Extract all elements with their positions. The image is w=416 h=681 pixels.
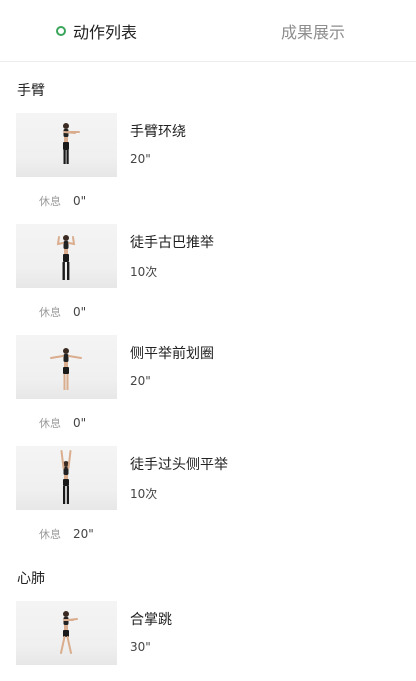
exercise-name: 侧平举前划圈 — [130, 346, 214, 362]
exercise-item[interactable]: 手臂环绕 20" — [0, 113, 416, 179]
rest-label: 休息 — [39, 528, 61, 541]
rest-row: 休息 0" — [39, 304, 86, 320]
exercise-item[interactable]: 徒手过头侧平举 10次 — [0, 446, 416, 512]
exercise-amount: 30" — [130, 640, 151, 654]
tab-bar: 动作列表 成果展示 — [0, 0, 416, 62]
exercise-amount: 10次 — [130, 487, 158, 501]
exercise-name: 合掌跳 — [130, 612, 172, 628]
exercise-name: 手臂环绕 — [130, 124, 186, 140]
rest-label: 休息 — [39, 195, 61, 208]
tab-label: 动作列表 — [73, 23, 138, 42]
rest-value: 0" — [73, 416, 87, 430]
exercise-thumbnail — [16, 224, 117, 288]
rest-row: 休息 0" — [39, 415, 86, 431]
section-title-cardio: 心肺 — [17, 571, 45, 587]
rest-label: 休息 — [39, 306, 61, 319]
tab-results[interactable]: 成果展示 — [281, 0, 345, 62]
person-arms-forward-icon — [63, 123, 80, 164]
tab-label: 成果展示 — [281, 23, 346, 42]
person-arms-raised-bent-icon — [56, 235, 76, 280]
exercise-item[interactable]: 侧平举前划圈 20" — [0, 335, 416, 401]
rest-value: 0" — [73, 194, 87, 208]
exercise-amount: 20" — [130, 374, 151, 388]
section-title-arms: 手臂 — [17, 83, 45, 99]
person-jumping-icon — [60, 611, 78, 654]
rest-row: 休息 0" — [39, 193, 86, 209]
exercise-amount: 20" — [130, 152, 151, 166]
exercise-name: 徒手过头侧平举 — [130, 457, 228, 473]
person-arms-overhead-icon — [60, 450, 72, 504]
exercise-thumbnail — [16, 335, 117, 399]
exercise-thumbnail — [16, 113, 117, 177]
exercise-item[interactable]: 合掌跳 30" — [0, 601, 416, 667]
exercise-item[interactable]: 徒手古巴推举 10次 — [0, 224, 416, 290]
exercise-name: 徒手古巴推举 — [130, 235, 214, 251]
rest-value: 0" — [73, 305, 87, 319]
person-arms-sideways-icon — [50, 348, 82, 390]
tab-action-list[interactable]: 动作列表 — [56, 0, 137, 62]
exercise-amount: 10次 — [130, 265, 158, 279]
rest-value: 20" — [73, 527, 94, 541]
rest-label: 休息 — [39, 417, 61, 430]
exercise-thumbnail — [16, 446, 117, 510]
exercise-thumbnail — [16, 601, 117, 665]
rest-row: 休息 20" — [39, 526, 94, 542]
active-tab-indicator-icon — [56, 26, 66, 36]
